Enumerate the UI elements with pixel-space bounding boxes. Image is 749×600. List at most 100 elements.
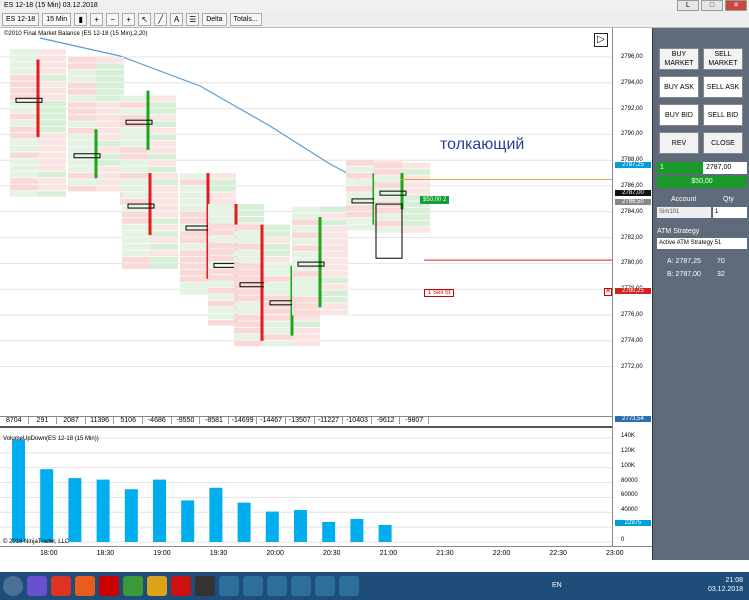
taskbar: EN (0, 572, 749, 600)
ask-volume-cell (38, 127, 66, 133)
instrument-selector[interactable]: ES 12-18 (2, 13, 39, 26)
bid-volume-cell (292, 232, 320, 238)
terminal-icon[interactable] (195, 576, 215, 596)
media-icon[interactable] (75, 576, 95, 596)
volume-chart[interactable]: VolumeUpDown(ES 12-18 (15 Min)) © 2018 N… (0, 426, 612, 546)
time-tick-label: 22:30 (549, 550, 567, 557)
ask-volume-cell (320, 239, 348, 245)
ask-volume-cell (320, 252, 348, 257)
bid-volume-cell (234, 276, 262, 282)
price-chart[interactable]: ©2010 Final Market Balance (ES 12-18 (15… (0, 28, 612, 426)
buy-ask-button[interactable]: BUY ASK (659, 76, 699, 98)
time-axis[interactable]: 18:00 18:30 19:00 19:30 20:00 20:30 21:00 21:30… (0, 546, 652, 560)
ask-volume-cell (208, 186, 236, 192)
maximize-button[interactable]: □ (701, 0, 723, 11)
delta-selector[interactable]: Delta (202, 13, 226, 26)
bid-volume-cell (180, 276, 208, 282)
ask-size: 70 (717, 258, 725, 265)
draw-tool-icon[interactable]: ╱ (154, 13, 167, 26)
ninjatrader-icon-5[interactable] (315, 576, 335, 596)
voice-app-icon[interactable] (27, 576, 47, 596)
account-select[interactable]: Sim101 (657, 207, 711, 218)
volume-tick-label: 80000 (621, 478, 638, 484)
bid-volume-cell (68, 128, 96, 134)
ask-price-tag: 2787,25 (615, 162, 651, 168)
bid-volume-cell (346, 218, 374, 224)
buy-market-button[interactable]: BUY MARKET (659, 48, 699, 70)
sell-ask-button[interactable]: SELL ASK (703, 76, 743, 98)
atm-strategy-select[interactable]: Active ATM Strategy 51 (657, 238, 747, 249)
bid-volume-cell (234, 238, 262, 244)
position-label[interactable]: $50,00 2 (420, 196, 449, 204)
pointer-icon[interactable]: ↖ (138, 13, 151, 26)
clock-time: 21:08 (708, 576, 743, 585)
bid-volume-cell (10, 101, 38, 107)
minimize-button[interactable]: L (677, 0, 699, 11)
reverse-button[interactable]: REV (659, 132, 699, 154)
ask-volume-cell (292, 328, 320, 334)
totals-selector[interactable]: Totals... (230, 13, 262, 26)
ninjatrader-icon-2[interactable] (243, 576, 263, 596)
last-price-tag: 2787,00 (615, 190, 651, 196)
time-tick-label: 22:00 (493, 550, 511, 557)
bid-volume-cell (264, 341, 292, 347)
bar-type-icon[interactable]: ▮ (74, 13, 87, 26)
time-tick-label: 23:00 (606, 550, 624, 557)
bid-volume-cell (374, 169, 402, 175)
app-icon[interactable] (147, 576, 167, 596)
crosshair-icon[interactable]: + (122, 13, 135, 26)
interval-selector[interactable]: 15 Min (42, 13, 71, 26)
bid-volume-cell (208, 320, 236, 326)
sell-bid-button[interactable]: SELL BID (703, 104, 743, 126)
bid-volume-cell (264, 276, 292, 282)
time-tick-label: 19:00 (153, 550, 171, 557)
price-axis[interactable]: 2796,00 2794,00 2792,00 2790,00 2788,00 2786,… (612, 28, 652, 426)
play-icon[interactable]: ▷ (594, 33, 608, 47)
properties-icon[interactable]: ☰ (186, 13, 199, 26)
sell-market-button[interactable]: SELL MARKET (703, 48, 743, 70)
text-tool-icon[interactable]: A (170, 13, 183, 26)
window-buttons: L □ ✕ (677, 0, 747, 11)
ninjatrader-icon-3[interactable] (267, 576, 287, 596)
ask-volume-cell (96, 180, 124, 186)
delta-value: 8704 (0, 417, 29, 424)
start-icon[interactable] (3, 576, 23, 596)
volume-bar (266, 512, 279, 542)
ask-volume-cell (96, 122, 124, 128)
clock[interactable]: 21:08 03.12.2018 (708, 576, 743, 594)
bid-price-tag: 2786,50 (615, 199, 651, 205)
zoom-in-icon[interactable]: + (90, 13, 103, 26)
bid-volume-cell (346, 192, 374, 198)
cancel-order-icon[interactable]: ✕ (604, 288, 612, 296)
sell-stop-order[interactable]: 1 Sell St (424, 289, 454, 297)
close-position-button[interactable]: CLOSE (703, 132, 743, 154)
ninjatrader-icon-1[interactable] (219, 576, 239, 596)
bid-volume-cell (180, 186, 208, 192)
zoom-out-icon[interactable]: − (106, 13, 119, 26)
browser-y-icon[interactable] (99, 576, 119, 596)
annotation-text[interactable]: толкающий (440, 136, 524, 154)
yandex-icon[interactable] (51, 576, 71, 596)
bid-volume-cell (10, 146, 38, 152)
close-button[interactable]: ✕ (725, 0, 747, 11)
pdf-icon[interactable] (171, 576, 191, 596)
buy-bid-button[interactable]: BUY BID (659, 104, 699, 126)
ask-volume-cell (96, 70, 124, 76)
ninjatrader-icon-6[interactable] (339, 576, 359, 596)
ask-volume-cell (320, 310, 348, 316)
bid-volume-cell (68, 109, 96, 115)
price-tick-label: 2780,00 (621, 260, 643, 266)
ask-volume-cell (236, 217, 264, 223)
qty-input[interactable]: 1 (713, 207, 747, 218)
chrome-icon[interactable] (123, 576, 143, 596)
language-indicator[interactable]: EN (552, 582, 562, 589)
bid-volume-cell (374, 221, 402, 227)
price-tick-label: 2790,00 (621, 131, 643, 137)
ask-volume-cell (38, 152, 66, 158)
price-tick-label: 2786,00 (621, 183, 643, 189)
ninjatrader-icon-4[interactable] (291, 576, 311, 596)
volume-axis[interactable]: 140K120K100K800006000040000200000 22975 (612, 426, 652, 546)
ask-volume-cell (38, 114, 66, 120)
ask-volume-cell (150, 212, 178, 218)
ask-volume-cell (150, 257, 178, 263)
